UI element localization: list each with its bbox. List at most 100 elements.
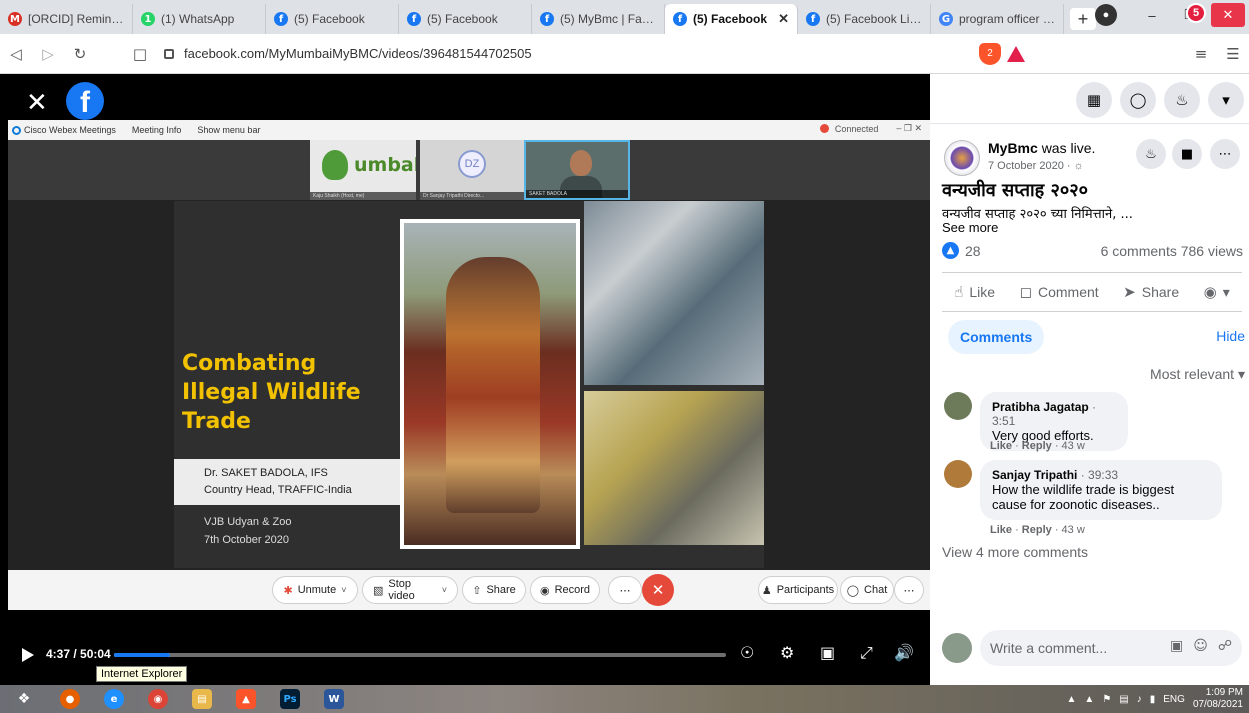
- network-icon[interactable]: ▤: [1119, 694, 1128, 705]
- settings-gear-icon[interactable]: ⚙: [780, 643, 794, 662]
- meeting-info-link[interactable]: Meeting Info: [132, 125, 182, 135]
- language-indicator[interactable]: ENG: [1163, 694, 1185, 705]
- menu-icon[interactable]: ☰: [1217, 40, 1249, 68]
- browser-tab[interactable]: f (5) Facebook: [399, 4, 532, 34]
- play-icon[interactable]: [22, 648, 34, 662]
- show-menu-bar-link[interactable]: Show menu bar: [197, 125, 260, 135]
- avatar[interactable]: [942, 633, 972, 663]
- video-viewer[interactable]: ✕ f Cisco Webex Meetings Meeting Info Sh…: [0, 74, 930, 685]
- seek-bar[interactable]: [114, 653, 726, 657]
- new-tab-button[interactable]: +: [1070, 8, 1096, 30]
- slide-date: 7th October 2020: [204, 534, 290, 546]
- back-button[interactable]: ◁: [0, 40, 32, 68]
- hide-comments-link[interactable]: Hide: [1216, 328, 1245, 344]
- chrome-icon[interactable]: ◉: [136, 685, 180, 713]
- like-button[interactable]: ☝ Like: [954, 283, 995, 301]
- notifications-bell-icon[interactable]: ♨: [1164, 82, 1200, 118]
- sticker-icon[interactable]: ▣: [1170, 638, 1183, 654]
- word-icon[interactable]: W: [312, 685, 356, 713]
- clock[interactable]: 1:09 PM 07/08/2021: [1193, 687, 1243, 711]
- avatar[interactable]: [944, 392, 972, 420]
- firefox-icon[interactable]: ●: [48, 685, 92, 713]
- url-field[interactable]: facebook.com/MyMumbaiMyBMC/videos/396481…: [156, 39, 979, 69]
- internet-explorer-icon[interactable]: e: [92, 685, 136, 713]
- fullscreen-icon[interactable]: ⤢: [860, 643, 873, 663]
- comment-icon: ◻: [1019, 283, 1032, 301]
- share-button[interactable]: ⇧ Share: [462, 576, 526, 604]
- more-options-button[interactable]: ⋯: [608, 576, 642, 604]
- gif-icon[interactable]: ☍: [1218, 638, 1232, 654]
- flag-icon[interactable]: ⚑: [1102, 694, 1111, 705]
- share-button[interactable]: ➤ Share: [1123, 283, 1179, 301]
- menu-grid-icon[interactable]: ▦: [1076, 82, 1112, 118]
- audience-selector[interactable]: ◉ ▾: [1204, 283, 1230, 301]
- brave-shield-icon[interactable]: 2: [979, 42, 1001, 65]
- browser-tab[interactable]: Gprogram officer - G: [931, 4, 1064, 34]
- record-button[interactable]: ◉ Record: [530, 576, 600, 604]
- volume-icon[interactable]: ♪: [1137, 694, 1142, 705]
- reading-list-icon[interactable]: ≡: [1185, 40, 1217, 68]
- browser-tab[interactable]: f (5) Facebook ✕: [665, 4, 798, 34]
- bluetooth-icon[interactable]: ▲: [1084, 694, 1094, 705]
- comments-tab[interactable]: Comments: [948, 320, 1045, 354]
- author-name[interactable]: Sanjay Tripathi: [992, 468, 1077, 482]
- profile-icon[interactable]: ●: [1095, 4, 1117, 26]
- facebook-logo-icon[interactable]: f: [66, 82, 104, 120]
- volume-icon[interactable]: 🔊: [894, 643, 914, 662]
- profile-icon: ◉: [1203, 283, 1217, 301]
- captions-icon[interactable]: ☉: [740, 643, 754, 662]
- close-viewer-icon[interactable]: ✕: [26, 88, 48, 118]
- webex-window-controls[interactable]: – ❐ ✕: [896, 123, 922, 134]
- avatar[interactable]: [944, 460, 972, 488]
- tray-overflow-icon[interactable]: ▲: [1067, 694, 1077, 705]
- participant-thumb[interactable]: SAKET BADOLA: [524, 140, 630, 200]
- close-tab-icon[interactable]: ✕: [778, 11, 789, 27]
- signal-icon[interactable]: ▮: [1150, 694, 1156, 705]
- account-chevron-icon[interactable]: ▾: [1208, 82, 1244, 118]
- more-options-icon[interactable]: ⋯: [1210, 139, 1240, 169]
- leave-meeting-button[interactable]: ✕: [642, 574, 674, 606]
- chat-button[interactable]: ◯ Chat: [840, 576, 894, 604]
- stop-video-button[interactable]: ▧ Stop video ˅: [362, 576, 458, 604]
- browser-tab[interactable]: f (5) Facebook: [266, 4, 399, 34]
- comment-button[interactable]: ◻ Comment: [1020, 283, 1099, 301]
- participants-button[interactable]: ♟ Participants: [758, 576, 838, 604]
- follow-bell-icon[interactable]: ♨: [1136, 139, 1166, 169]
- browser-tab[interactable]: f (5) Facebook Live |: [798, 4, 931, 34]
- participant-thumb[interactable]: umbal Kaju Shaikh (Host, me): [310, 140, 416, 200]
- view-more-comments-link[interactable]: View 4 more comments: [942, 544, 1088, 560]
- picture-in-picture-icon[interactable]: ▣: [820, 643, 835, 662]
- brave-rewards-icon[interactable]: [1007, 45, 1025, 62]
- participant-thumb[interactable]: DZ Dr Sanjay Tripathi Directo...: [420, 140, 524, 200]
- close-window-button[interactable]: ✕: [1211, 3, 1245, 27]
- reload-button[interactable]: ↻: [64, 40, 96, 68]
- browser-tab[interactable]: M [ORCID] Reminder t: [0, 4, 133, 34]
- brave-browser-icon[interactable]: ▲: [224, 685, 268, 713]
- comment-like-link[interactable]: Like: [990, 440, 1012, 452]
- comment-reply-link[interactable]: Reply: [1022, 524, 1052, 536]
- file-explorer-icon[interactable]: ▤: [180, 685, 224, 713]
- comment-reply-link[interactable]: Reply: [1022, 440, 1052, 452]
- webex-app-name[interactable]: Cisco Webex Meetings: [12, 125, 116, 136]
- unmute-button[interactable]: ✱ Unmute ˅: [272, 576, 358, 604]
- minimize-button[interactable]: –: [1135, 3, 1169, 27]
- page-avatar[interactable]: [944, 140, 980, 176]
- start-button[interactable]: ❖: [0, 685, 48, 713]
- author-name[interactable]: Pratibha Jagatap: [992, 400, 1089, 414]
- photoshop-icon[interactable]: Ps: [268, 685, 312, 713]
- emoji-icon[interactable]: ☺: [1193, 638, 1208, 654]
- more-options-button[interactable]: ⋯: [894, 576, 924, 604]
- comment-like-link[interactable]: Like: [990, 524, 1012, 536]
- bookmark-icon[interactable]: □: [124, 40, 156, 68]
- messenger-icon[interactable]: ◯: [1120, 82, 1156, 118]
- page-name-link[interactable]: MyBmc: [988, 140, 1038, 156]
- reactions-summary[interactable]: ▲ 28: [942, 242, 981, 259]
- comment-input[interactable]: Write a comment... ▣ ☺ ☍: [980, 630, 1242, 666]
- forward-button[interactable]: ▷: [32, 40, 64, 68]
- save-icon[interactable]: ■: [1172, 139, 1202, 169]
- comment-timestamp[interactable]: · 39:33: [1081, 468, 1118, 482]
- browser-tab[interactable]: f (5) MyBmc | Facebo: [532, 4, 665, 34]
- see-more-link[interactable]: See more: [942, 220, 998, 235]
- browser-tab[interactable]: 1 (1) WhatsApp: [133, 4, 266, 34]
- comment-sort-dropdown[interactable]: Most relevant ▾: [1150, 366, 1245, 383]
